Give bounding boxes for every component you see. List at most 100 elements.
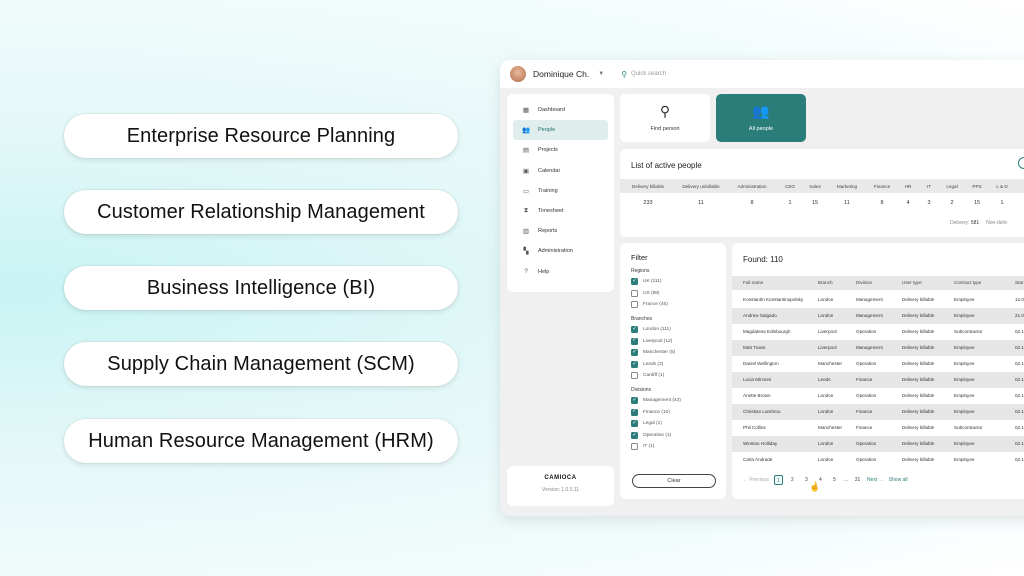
delivery-label: Delivery: (950, 220, 970, 226)
table-cell: Magdalena Edinbourgh (743, 329, 791, 334)
table-cell: Liverpool (818, 329, 837, 334)
filter-checkbox[interactable]: ✓ Finance (10) (631, 406, 726, 418)
filter-checkbox[interactable]: ✓ Liverpool (12) (631, 335, 726, 347)
filter-checkbox[interactable]: ✓ Management (43) (631, 395, 726, 407)
filter-checkbox[interactable]: ✓ Legal (1) (631, 418, 726, 430)
sidebar-item-administration[interactable]: ▚ Administration (513, 241, 608, 261)
sidebar-item-reports[interactable]: ▥ Reports (513, 221, 608, 241)
help-icon: ? (524, 268, 528, 276)
checkbox-checked-icon[interactable]: ✓ (631, 278, 638, 286)
dashboard-icon: ▦ (522, 107, 530, 115)
filter-option-label: Cardiff (1) (643, 373, 665, 379)
table-header: Full name Branch Division User type Contract… (732, 276, 1024, 290)
clear-button[interactable]: Clear (632, 474, 716, 488)
table-row[interactable]: Carla Andrade London Operation Delivery bil… (732, 452, 1024, 468)
filter-checkbox[interactable]: ✓ Manchester (5) (631, 347, 726, 359)
checkbox-empty-icon[interactable] (631, 289, 638, 297)
stat-value: 15 (973, 200, 981, 206)
filter-option-label: Liverpool (12) (643, 338, 673, 344)
filter-checkbox[interactable]: France (45) (631, 299, 726, 311)
table-row[interactable]: Matt Travis Liverpool Management Delivery b… (732, 340, 1024, 356)
sidebar-item-help[interactable]: ? Help (513, 262, 608, 282)
stat-header: IT (926, 184, 932, 189)
filter-checkbox[interactable]: Cardiff (1) (631, 370, 726, 382)
table-row[interactable]: Anette Brown London Operation Delivery bill… (732, 388, 1024, 404)
find-person-tile[interactable]: ⚲ Find person (620, 94, 710, 142)
table-cell: London (818, 313, 834, 318)
sidebar-item-label: People (538, 127, 556, 134)
module-pill-bi: Business Intelligence (BI) (64, 266, 458, 310)
active-people-title: List of active people (631, 161, 702, 170)
page-number-button[interactable]: 2 (788, 475, 797, 485)
table-cell: Andrew Salgado (743, 313, 777, 318)
sidebar-item-calendar[interactable]: ▣ Calendar (513, 161, 608, 181)
filter-checkbox[interactable]: ✓ UK (111) (631, 276, 726, 288)
sidebar-item-people[interactable]: 👥 People (513, 120, 608, 141)
checkbox-checked-icon[interactable]: ✓ (631, 360, 638, 368)
table-cell: 02.1 (1015, 393, 1024, 398)
sidebar-item-projects[interactable]: ▤ Projects (513, 140, 608, 160)
table-row[interactable]: Lucia Mirceini Leeds Finance Delivery billa… (732, 372, 1024, 388)
filter-checkbox[interactable]: US (98) (631, 288, 726, 300)
checkbox-checked-icon[interactable]: ✓ (631, 349, 638, 357)
previous-page-button[interactable]: Previous (749, 477, 768, 483)
sidebar-item-dashboard[interactable]: ▦ Dashboard (513, 100, 608, 120)
sidebar-item-label: Training (538, 187, 558, 194)
checkbox-empty-icon[interactable] (631, 372, 638, 380)
table-cell: 02.1 (1015, 329, 1024, 334)
all-people-tile[interactable]: 👥 All people (716, 94, 806, 142)
non-delivery-label: Non-deliv (986, 220, 1008, 226)
table-cell: Delivery billable (902, 425, 935, 430)
checkbox-checked-icon[interactable]: ✓ (631, 397, 638, 405)
table-cell: Delivery billable (902, 297, 935, 302)
filter-option-label: Legal (1) (643, 421, 662, 427)
search-input[interactable]: Quick search (631, 71, 666, 77)
checkbox-checked-icon[interactable]: ✓ (631, 420, 638, 428)
table-cell: Operation (856, 441, 877, 446)
table-row[interactable]: Daniel Wellington Manchester Operation Deli… (732, 356, 1024, 372)
table-cell: Anette Brown (743, 393, 771, 398)
table-cell: Matt Travis (743, 345, 766, 350)
table-cell: Management (856, 297, 883, 302)
checkbox-checked-icon[interactable]: ✓ (631, 408, 638, 416)
table-row[interactable]: Christian Lambrou London Finance Delivery b… (732, 404, 1024, 420)
filter-groups: Regions ✓ UK (111) US (98) France (45) Branch… (631, 268, 726, 453)
next-page-button[interactable]: Next → (867, 477, 884, 483)
table-cell: Konstantin Konstantinopolsky (743, 297, 804, 302)
sidebar-item-training[interactable]: ▭ Training (513, 181, 608, 201)
show-all-button[interactable]: Show all (889, 477, 908, 483)
checkbox-checked-icon[interactable]: ✓ (631, 326, 638, 334)
filter-checkbox[interactable]: ✓ Operation (1) (631, 430, 726, 442)
filter-group-label: Divisions (631, 386, 652, 393)
previous-page-link[interactable]: ← Previous (743, 477, 769, 483)
table-cell: London (818, 297, 834, 302)
checkbox-checked-icon[interactable]: ✓ (631, 337, 638, 345)
table-cell: Employee (954, 361, 975, 366)
sidebar-item-timesheet[interactable]: ⧗ Timesheet (513, 201, 608, 221)
filter-checkbox[interactable]: IT (1) (631, 441, 726, 453)
quick-search[interactable]: ⚲ Quick search (621, 70, 666, 79)
filter-checkbox[interactable]: ✓ Leeds (3) (631, 359, 726, 371)
page-number-button[interactable]: 1 (773, 475, 783, 485)
table-row[interactable]: Phil Collins Manchester Finance Delivery bi… (732, 420, 1024, 436)
page-number-button[interactable]: 5 (830, 475, 839, 485)
table-row[interactable]: Winston Holliday London Operation Delivery … (732, 436, 1024, 452)
page-number-button[interactable]: 31 (853, 475, 862, 485)
avatar[interactable] (510, 66, 526, 82)
sidebar-item-label: Calendar (538, 167, 561, 174)
table-row[interactable]: Andrew Salgado London Management Delivery b… (732, 308, 1024, 324)
table-row[interactable]: Magdalena Edinbourgh Liverpool Operation De… (732, 324, 1024, 340)
table-row[interactable]: Konstantin Konstantinopolsky London Manage… (732, 292, 1024, 308)
stat-header: CEO (785, 184, 795, 189)
checkbox-empty-icon[interactable] (631, 301, 638, 309)
sidebar-item-label: Reports (538, 228, 558, 235)
user-name[interactable]: Dominique Ch. (533, 69, 589, 79)
chevron-down-icon[interactable]: ▼ (598, 71, 604, 77)
hourglass-icon: ⧗ (523, 207, 529, 215)
table-cell: 12.0 (1015, 297, 1024, 302)
checkbox-empty-icon[interactable] (631, 443, 638, 451)
toggle-icon[interactable] (1018, 157, 1024, 169)
stat-header: PPS (972, 184, 982, 189)
checkbox-checked-icon[interactable]: ✓ (631, 431, 638, 439)
filter-checkbox[interactable]: ✓ London (111) (631, 324, 726, 336)
